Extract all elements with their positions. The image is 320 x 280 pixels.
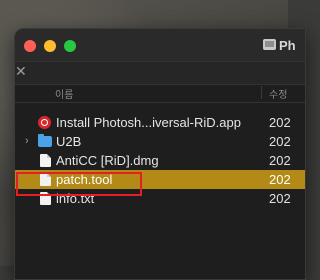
file-date: 202 [269,172,291,187]
file-date: 202 [269,134,291,149]
column-header-name[interactable]: 이름 [55,86,73,101]
list-item[interactable]: Install Photosh...iversal-RiD.app 202 [15,113,305,132]
file-date: 202 [269,115,291,130]
list-item[interactable]: AntiCC [RiD].dmg 202 [15,151,305,170]
disk-image-icon [263,39,276,50]
toolbar: ✕ [15,61,305,85]
close-icon[interactable]: ✕ [15,63,27,80]
app-icon [38,116,51,129]
file-name: Install Photosh...iversal-RiD.app [56,115,241,130]
minimize-window-button[interactable] [44,40,56,52]
window-title: Ph [279,38,296,53]
column-header-date[interactable]: 수정 [269,86,287,101]
file-name: AntiCC [RiD].dmg [56,153,159,168]
chevron-right-icon[interactable]: › [25,135,29,147]
file-date: 202 [269,153,291,168]
file-date: 202 [269,191,291,206]
list-item[interactable]: › U2B 202 [15,132,305,151]
column-header: 이름 수정 [15,84,305,103]
column-divider[interactable] [261,86,262,99]
zoom-window-button[interactable] [64,40,76,52]
file-name: U2B [56,134,82,149]
document-icon [40,154,51,167]
folder-icon [38,134,52,147]
close-window-button[interactable] [24,40,36,52]
finder-window: Ph ✕ 이름 수정 Install Photosh...iversal-RiD… [14,28,306,280]
highlight-annotation-box [16,172,142,196]
window-titlebar[interactable]: Ph [15,29,305,61]
